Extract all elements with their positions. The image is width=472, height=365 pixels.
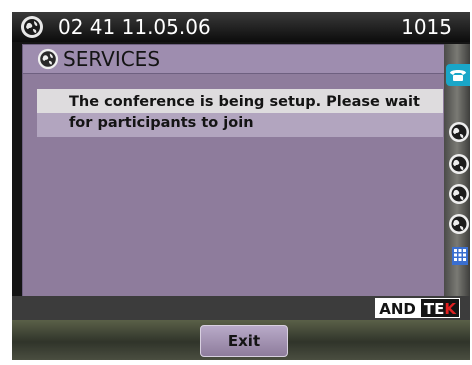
- services-header: SERVICES: [23, 45, 444, 74]
- globe-icon: [37, 48, 59, 70]
- exit-button[interactable]: Exit: [200, 325, 288, 357]
- phone-icon: [450, 70, 466, 81]
- status-message: The conference is being setup. Please wa…: [69, 94, 420, 131]
- andtek-logo: AND TEK: [375, 298, 460, 318]
- right-button-column: [444, 44, 470, 296]
- softkey-bar: Exit: [12, 320, 470, 360]
- globe-icon: [449, 154, 469, 174]
- keypad-icon: [452, 247, 468, 265]
- line-button-4[interactable]: [446, 212, 470, 236]
- phone-tab[interactable]: [446, 64, 470, 86]
- globe-icon: [449, 214, 469, 234]
- line-button-1[interactable]: [446, 120, 470, 144]
- keypad-button[interactable]: [446, 244, 470, 268]
- status-extension: 1015: [401, 15, 452, 39]
- line-button-2[interactable]: [446, 152, 470, 176]
- services-panel: SERVICES The conference is being setup. …: [22, 44, 445, 298]
- page-title: SERVICES: [63, 47, 161, 71]
- phone-screen: 02 41 11.05.06 1015 SERVICES The confere…: [12, 12, 470, 360]
- globe-icon: [449, 184, 469, 204]
- globe-icon: [21, 16, 43, 38]
- globe-icon: [449, 122, 469, 142]
- status-bar: 02 41 11.05.06 1015: [12, 12, 470, 42]
- brand-bar: AND TEK: [12, 296, 470, 320]
- status-datetime: 02 41 11.05.06: [58, 15, 211, 39]
- line-button-3[interactable]: [446, 182, 470, 206]
